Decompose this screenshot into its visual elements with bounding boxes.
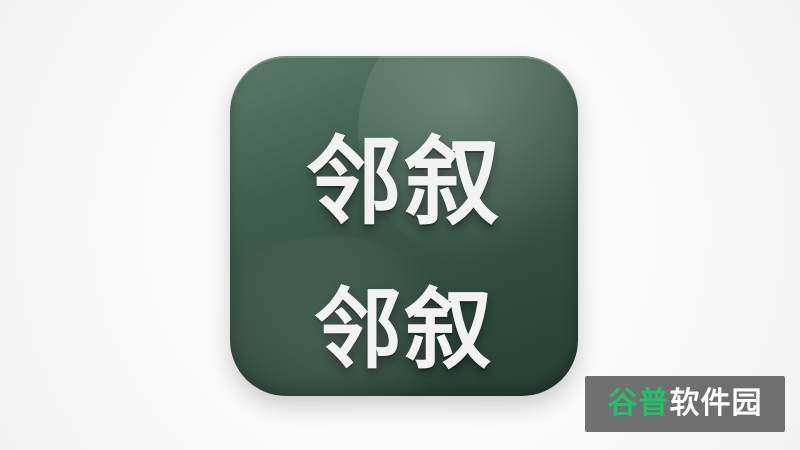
watermark-part-1: 谷普 xyxy=(607,386,670,421)
app-icon-title-line-2: 邻叙 xyxy=(313,278,494,381)
app-icon-title-line-1: 邻叙 xyxy=(306,126,502,238)
canvas: 邻叙 邻叙 谷普 软件园 xyxy=(0,0,800,450)
app-icon: 邻叙 邻叙 xyxy=(230,56,578,396)
watermark-part-2: 软件园 xyxy=(669,386,763,421)
watermark: 谷普 软件园 xyxy=(585,376,785,432)
